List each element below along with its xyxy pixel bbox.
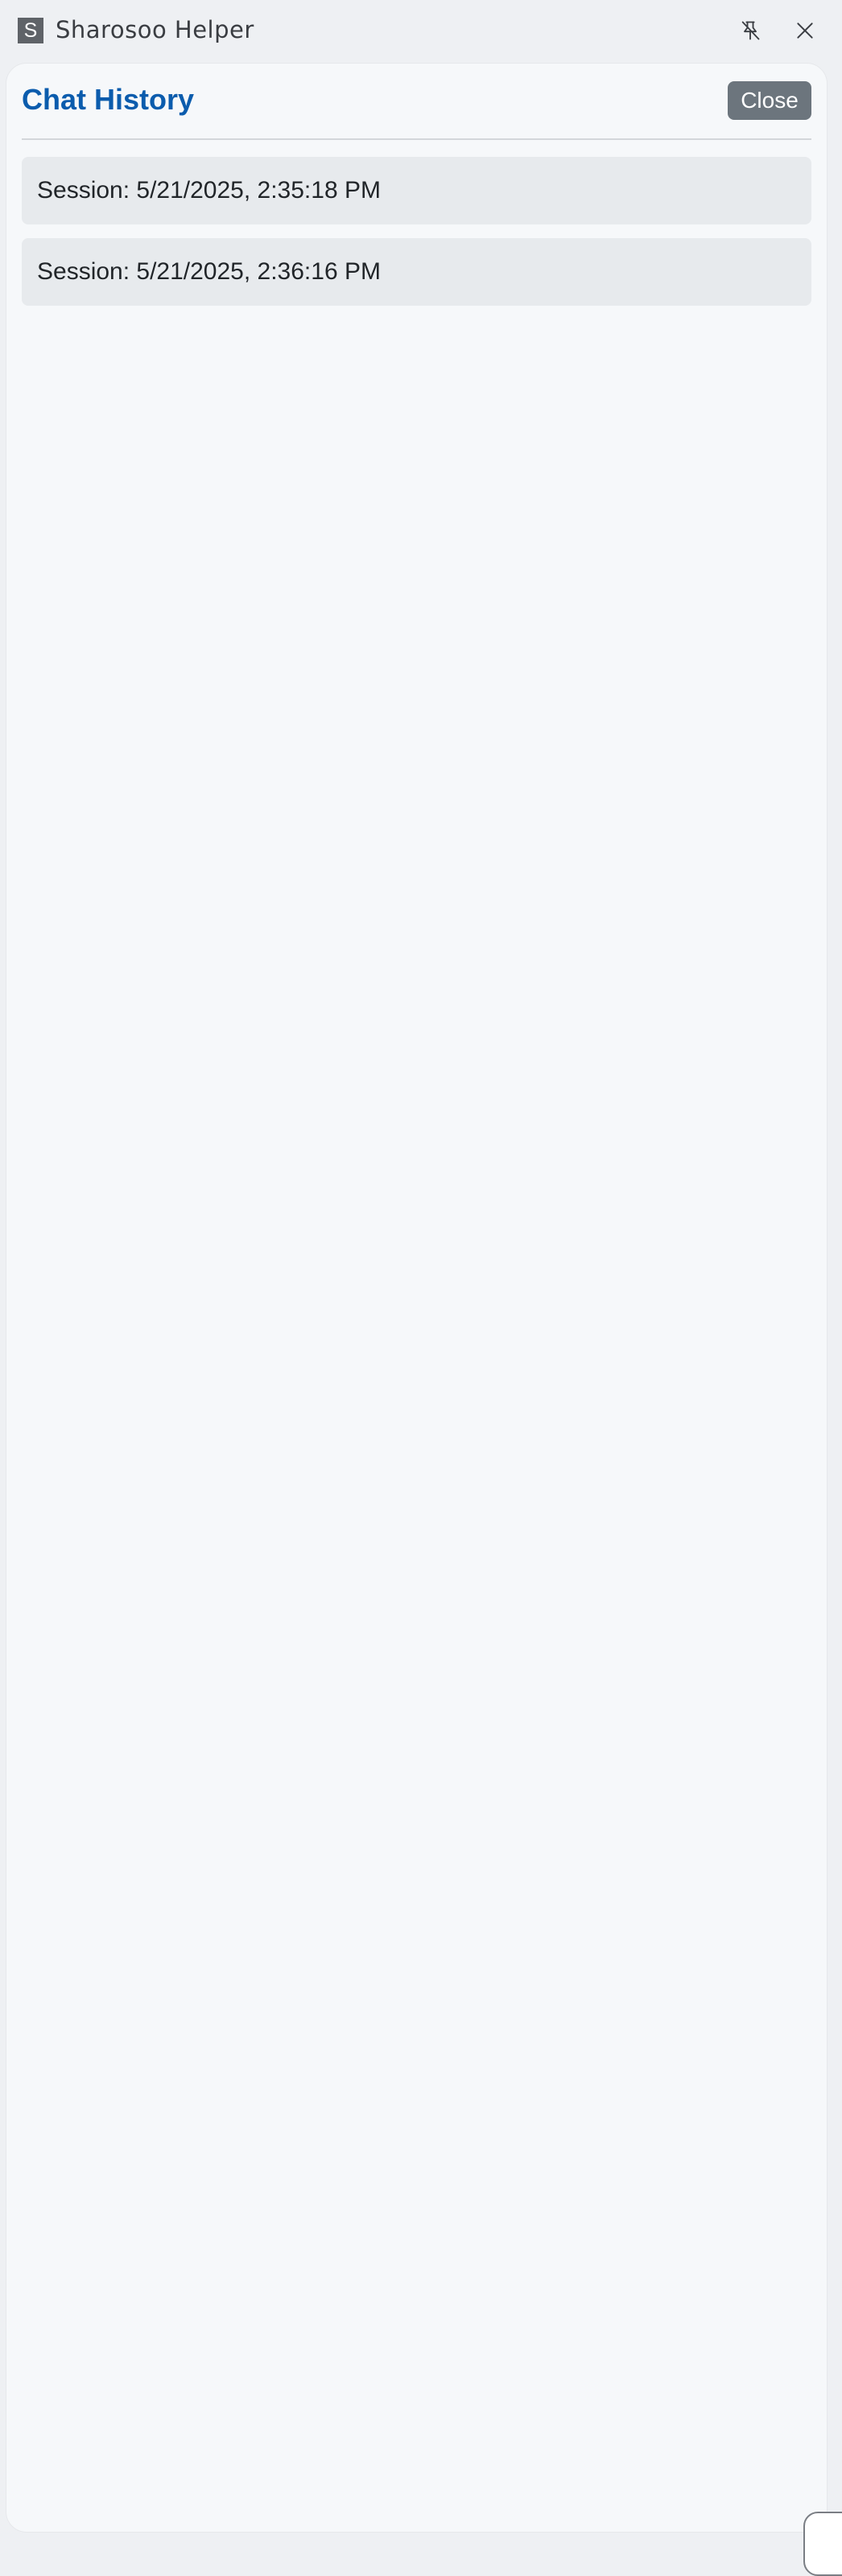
chat-history-panel: Chat History Close Session: 5/21/2025, 2… xyxy=(6,63,828,2533)
close-button[interactable]: Close xyxy=(728,81,811,120)
pin-off-icon xyxy=(741,21,760,40)
unpin-button[interactable] xyxy=(734,14,766,47)
divider xyxy=(22,138,811,140)
title-bar: S Sharosoo Helper xyxy=(0,0,842,61)
session-item[interactable]: Session: 5/21/2025, 2:35:18 PM xyxy=(22,157,811,224)
close-icon xyxy=(797,23,813,39)
session-list: Session: 5/21/2025, 2:35:18 PM Session: … xyxy=(22,157,811,319)
app-title: Sharosoo Helper xyxy=(56,16,254,43)
session-item[interactable]: Session: 5/21/2025, 2:36:16 PM xyxy=(22,238,811,306)
panel-title: Chat History xyxy=(22,83,195,116)
corner-widget[interactable] xyxy=(803,2512,842,2576)
app-logo-icon: S xyxy=(18,18,43,43)
window-close-button[interactable] xyxy=(789,14,821,47)
